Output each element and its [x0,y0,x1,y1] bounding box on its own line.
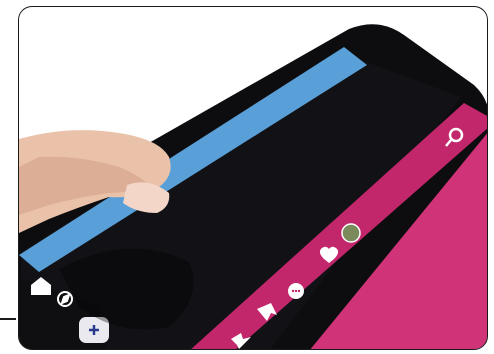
phone-photo [19,24,487,349]
chat-icon [288,283,304,299]
avatar-icon [341,223,361,243]
photo-frame [0,0,494,354]
margin-tick-mark [0,318,16,320]
photo-border [18,6,488,350]
